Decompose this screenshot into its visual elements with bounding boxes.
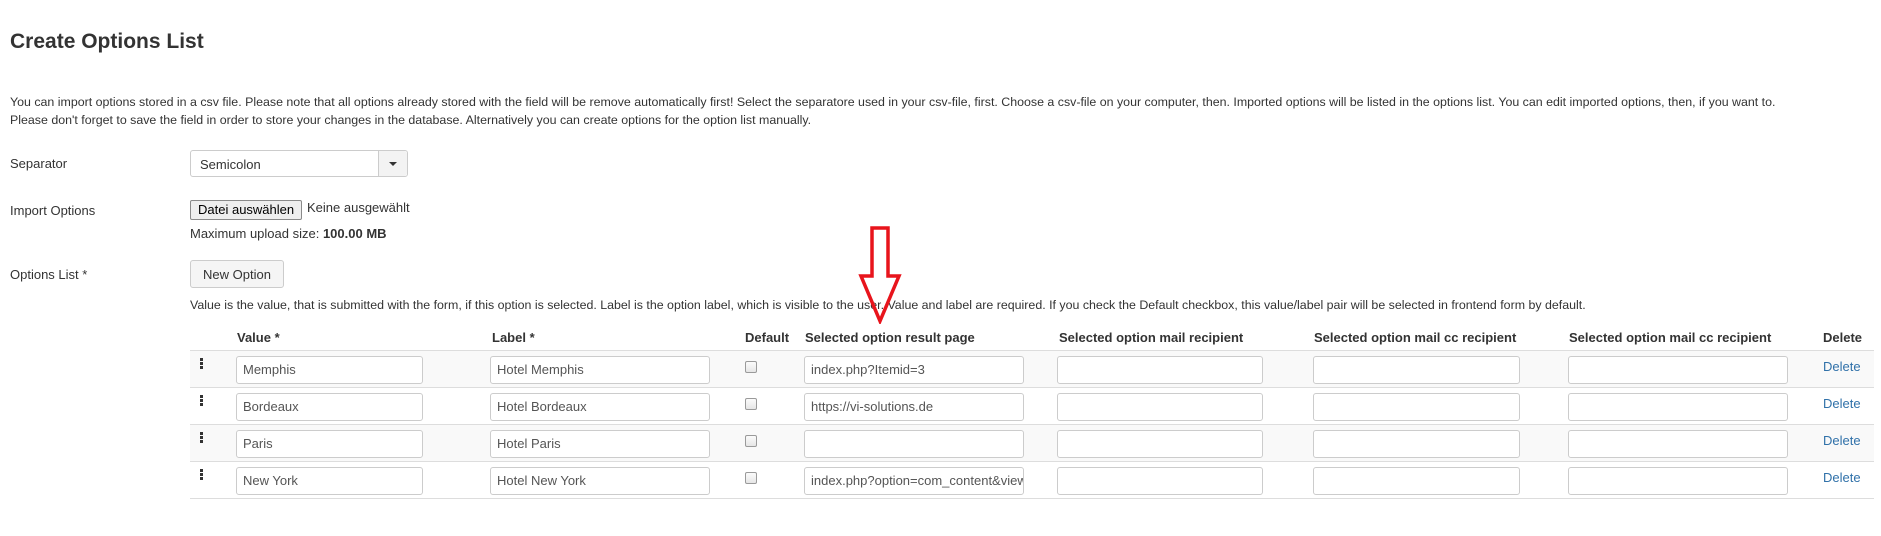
column-header-mail-recipient: Selected option mail recipient [1059, 330, 1244, 345]
upload-size-prefix: Maximum upload size: [190, 226, 323, 241]
intro-line-2: Please don't forget to save the field in… [10, 113, 812, 127]
separator-select[interactable]: Semicolon [190, 150, 408, 177]
drag-handle-icon[interactable] [200, 395, 204, 407]
upload-size-value: 100.00 MB [322, 226, 387, 241]
mail-recipient-input[interactable] [1057, 356, 1263, 384]
separator-label: Separator [10, 156, 68, 171]
choose-file-button[interactable]: Datei auswählen [190, 200, 303, 220]
result-page-input[interactable]: https://vi-solutions.de [804, 393, 1024, 421]
arrow-shape [858, 226, 902, 324]
separator-selected-value: Semicolon [200, 157, 261, 172]
drag-handle-icon[interactable] [200, 358, 204, 370]
label-input[interactable]: Hotel Paris [490, 430, 710, 458]
intro-text: You can import options stored in a csv f… [10, 93, 1875, 129]
column-header-value: Value * [237, 330, 280, 345]
label-input[interactable]: Hotel Memphis [490, 356, 710, 384]
delete-link[interactable]: Delete [1823, 396, 1861, 411]
mail-recipient-input[interactable] [1057, 430, 1263, 458]
mail-recipient-input[interactable] [1057, 393, 1263, 421]
column-header-label: Label * [492, 330, 535, 345]
column-header-default: Default [745, 330, 790, 345]
label-input[interactable]: Hotel Bordeaux [490, 393, 710, 421]
drag-handle-icon[interactable] [200, 432, 204, 444]
select-toggle[interactable] [378, 151, 407, 176]
red-down-arrow-icon [858, 226, 902, 324]
value-input[interactable]: Memphis [236, 356, 423, 384]
mail-cc-1-input[interactable] [1313, 467, 1520, 495]
mail-cc-2-input[interactable] [1568, 467, 1788, 495]
mail-recipient-input[interactable] [1057, 467, 1263, 495]
mail-cc-1-input[interactable] [1313, 356, 1520, 384]
result-page-input[interactable] [804, 430, 1024, 458]
default-checkbox[interactable] [745, 361, 757, 373]
label-input[interactable]: Hotel New York [490, 467, 710, 495]
mail-cc-2-input[interactable] [1568, 356, 1788, 384]
value-input[interactable]: Paris [236, 430, 423, 458]
chevron-down-icon [389, 162, 397, 166]
option-row: New York Hotel New York index.php?option… [190, 462, 1874, 499]
new-option-button[interactable]: New Option [190, 260, 284, 288]
mail-cc-1-input[interactable] [1313, 430, 1520, 458]
column-header-result-page: Selected option result page [805, 330, 975, 345]
option-row: Paris Hotel Paris Delete [190, 425, 1874, 462]
column-header-mail-cc-1: Selected option mail cc recipient [1314, 330, 1517, 345]
value-input[interactable]: New York [236, 467, 423, 495]
options-list-label: Options List * [10, 267, 88, 282]
mail-cc-1-input[interactable] [1313, 393, 1520, 421]
page-title: Create Options List [10, 30, 204, 53]
column-header-mail-cc-2: Selected option mail cc recipient [1569, 330, 1772, 345]
option-row: Bordeaux Hotel Bordeaux https://vi-solut… [190, 388, 1874, 425]
delete-link[interactable]: Delete [1823, 470, 1861, 485]
file-status: Keine ausgewählt [307, 200, 410, 215]
delete-link[interactable]: Delete [1823, 359, 1861, 374]
value-input[interactable]: Bordeaux [236, 393, 423, 421]
mail-cc-2-input[interactable] [1568, 430, 1788, 458]
option-row: Memphis Hotel Memphis index.php?Itemid=3… [190, 351, 1874, 388]
default-checkbox[interactable] [745, 435, 757, 447]
upload-size-info: Maximum upload size: 100.00 MB [190, 226, 387, 241]
column-header-delete: Delete [1823, 330, 1863, 345]
import-options-label: Import Options [10, 203, 96, 218]
drag-handle-icon[interactable] [200, 469, 204, 481]
default-checkbox[interactable] [745, 472, 757, 484]
intro-line-1: You can import options stored in a csv f… [10, 95, 1776, 109]
mail-cc-2-input[interactable] [1568, 393, 1788, 421]
default-checkbox[interactable] [745, 398, 757, 410]
result-page-input[interactable]: index.php?option=com_content&view [804, 467, 1024, 495]
delete-link[interactable]: Delete [1823, 433, 1861, 448]
result-page-input[interactable]: index.php?Itemid=3 [804, 356, 1024, 384]
